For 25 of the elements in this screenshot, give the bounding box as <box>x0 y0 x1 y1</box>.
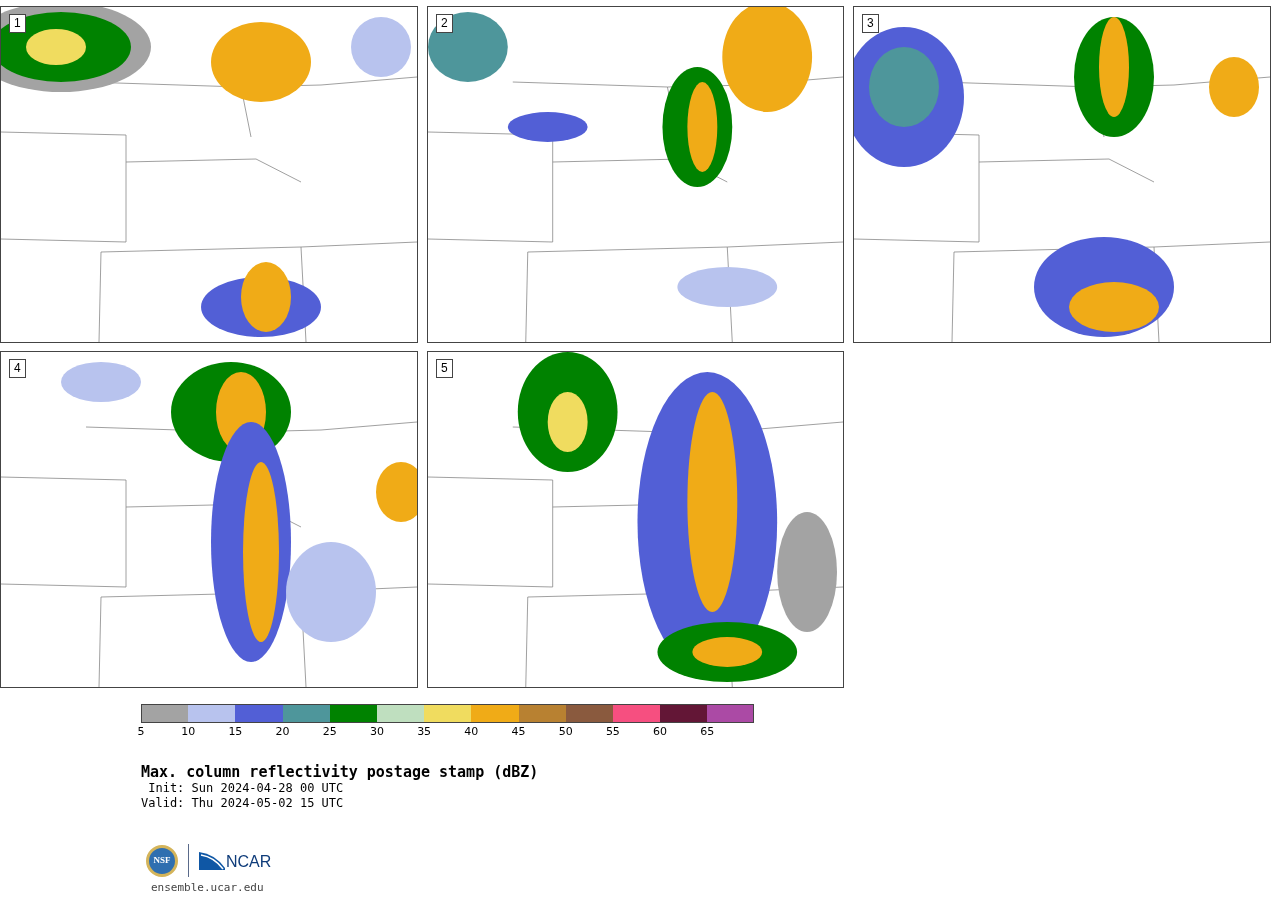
valid-time: Valid: Thu 2024-05-02 15 UTC <box>141 796 345 811</box>
init-time: Init: Sun 2024-04-28 00 UTC <box>147 781 345 796</box>
ncar-swoosh-icon <box>199 851 225 870</box>
panel-number: 4 <box>9 359 26 378</box>
tick-label: 25 <box>322 725 337 739</box>
panel-number: 5 <box>436 359 453 378</box>
tick-label: 50 <box>558 725 573 739</box>
chart-title: Max. column reflectivity postage stamp (dBZ) <box>141 763 540 781</box>
tick-label: 10 <box>181 725 196 739</box>
tick-label: 35 <box>417 725 432 739</box>
tick-label: 60 <box>653 725 668 739</box>
tick-label: 30 <box>369 725 384 739</box>
panel-number: 1 <box>9 14 26 33</box>
tick-label: 55 <box>605 725 620 739</box>
ncar-logo-text: NCAR <box>226 853 272 870</box>
tick-label: 20 <box>275 725 290 739</box>
nsf-logo: NSF <box>146 844 178 877</box>
tick-label: 5 <box>137 725 145 739</box>
site-address: ensemble.ucar.edu <box>151 881 265 895</box>
panel-number: 2 <box>436 14 453 33</box>
tick-label: 45 <box>511 725 526 739</box>
tick-label: 65 <box>700 725 715 739</box>
tick-label: 15 <box>228 725 243 739</box>
panel-number: 3 <box>862 14 879 33</box>
tick-label: 40 <box>464 725 479 739</box>
